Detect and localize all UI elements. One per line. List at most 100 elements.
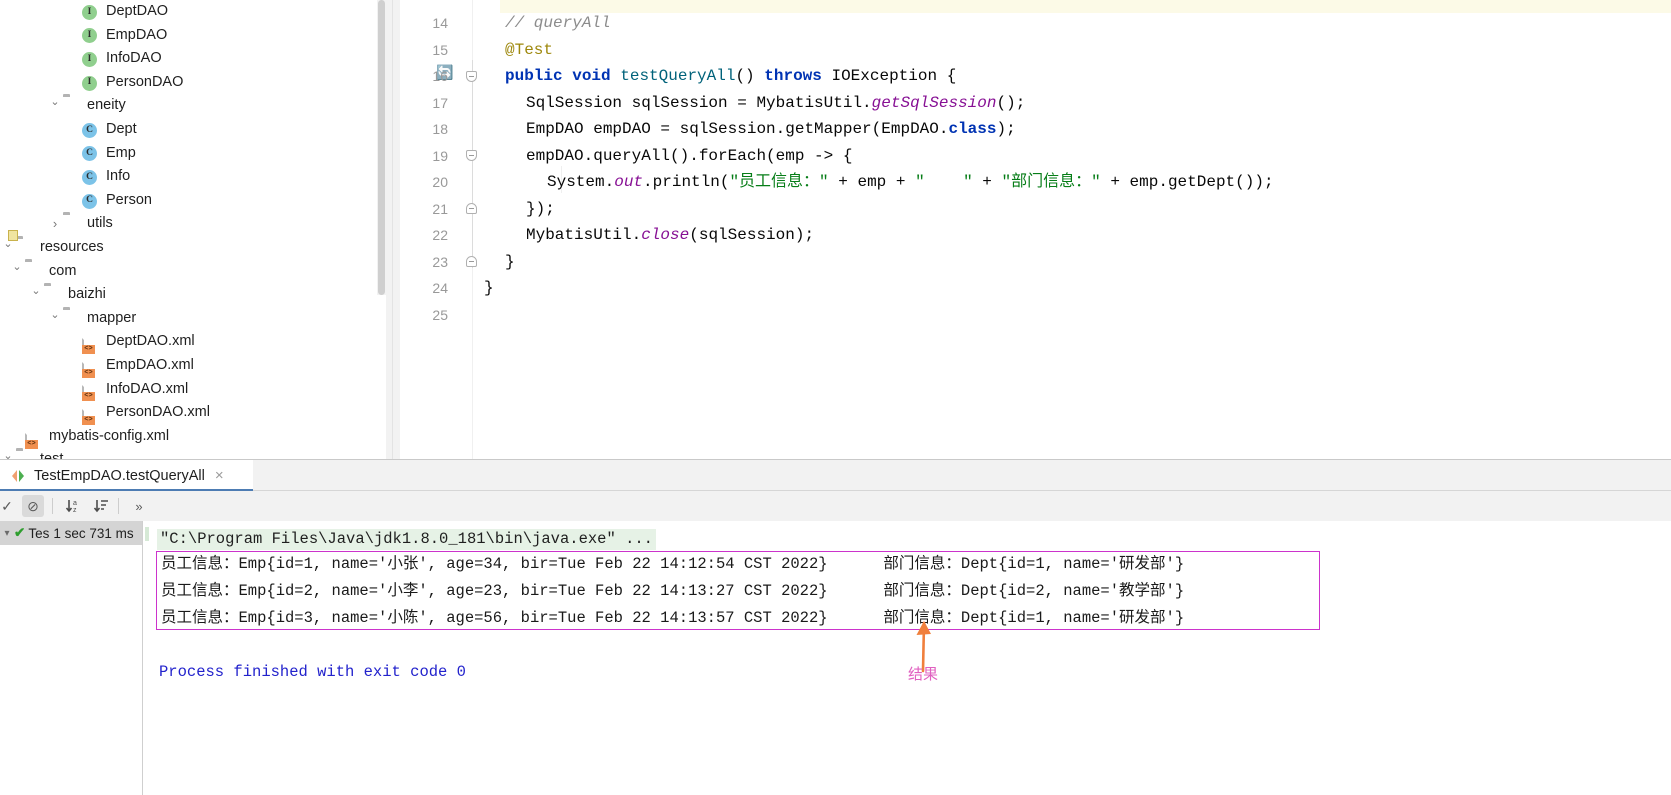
code-token: // queryAll [505, 14, 611, 32]
xml-file-icon [82, 357, 100, 377]
code-line[interactable]: EmpDAO empDAO = sqlSession.getMapper(Emp… [526, 116, 1016, 142]
tree-item-emp[interactable]: C Emp [0, 142, 136, 166]
code-line[interactable]: System.out.println("员工信息：" + emp + " " +… [547, 169, 1274, 195]
tree-item-mybatis-config-xml[interactable]: mybatis-config.xml [0, 425, 169, 449]
run-tab[interactable]: TestEmpDAO.testQueryAll × [0, 460, 253, 491]
expand-more-icon[interactable]: » [128, 495, 150, 517]
svg-text:a: a [73, 500, 77, 507]
close-icon[interactable]: × [215, 467, 224, 484]
tree-item-baizhi[interactable]: ⌄ baizhi [0, 283, 106, 307]
sort-alphabetically-icon[interactable]: a z [62, 495, 84, 517]
code-token: EmpDAO empDAO = sqlSession.getMapper(Emp… [526, 120, 949, 138]
code-line[interactable]: empDAO.queryAll().forEach(emp -> { [526, 143, 852, 169]
test-results-tree[interactable]: ▾ ✔ Tes 1 sec 731 ms [0, 521, 143, 795]
line-number: 23 [432, 253, 448, 270]
chevron-down-icon[interactable]: ⌄ [47, 97, 63, 114]
project-tree-scrollbar[interactable] [377, 0, 386, 295]
stop-icon[interactable]: ⊘ [22, 495, 44, 517]
code-token: SqlSession sqlSession = MybatisUtil. [526, 93, 872, 112]
resources-folder-icon [16, 239, 34, 257]
sort-by-duration-icon[interactable] [90, 495, 112, 517]
tree-item-test[interactable]: ⌄ test [0, 448, 63, 459]
tree-item-label: Person [106, 191, 152, 208]
tree-item-label: Dept [106, 121, 137, 137]
chevron-down-icon[interactable]: ⌄ [28, 285, 44, 303]
code-line[interactable]: } [484, 275, 494, 301]
fold-marker-21[interactable] [466, 203, 477, 214]
chevron-down-icon[interactable]: ⌄ [0, 238, 16, 256]
chevron-right-icon[interactable]: › [47, 216, 63, 232]
code-line[interactable]: @Test [505, 37, 553, 63]
code-token: (); [996, 93, 1026, 112]
code-token: out [614, 173, 644, 191]
folder-icon [63, 215, 81, 233]
editor-pane[interactable]: 🔄 14// queryAll 15 @Test 16 public void test… [400, 0, 1671, 459]
tree-item-resources[interactable]: ⌄ resources [0, 236, 103, 260]
code-token: "部门信息：" [1001, 173, 1101, 191]
class-icon: C [82, 168, 100, 186]
tree-item-com[interactable]: ⌄ com [0, 260, 76, 284]
folder-icon [25, 262, 43, 280]
project-tree-scrollbar-thumb[interactable] [378, 0, 385, 295]
code-line[interactable]: MybatisUtil.close(sqlSession); [526, 222, 814, 248]
code-token: MybatisUtil. [526, 226, 642, 244]
tree-item-label: PersonDAO.xml [106, 404, 210, 421]
chevron-down-icon[interactable]: ⌄ [47, 309, 63, 327]
tree-item-persondao[interactable]: I PersonDAO [0, 71, 183, 95]
console-output-line: 员工信息：Emp{id=2, name='小李', age=23, bir=Tu… [161, 582, 1185, 600]
line-number: 21 [432, 200, 448, 217]
tree-item-empdao-xml[interactable]: EmpDAO.xml [0, 354, 194, 378]
ide-window: I DeptDAO I EmpDAO I InfoDAO I PersonDAO ⌄ eneity… [0, 0, 1671, 795]
chevron-down-icon[interactable]: ⌄ [0, 451, 16, 459]
class-icon: C [82, 144, 100, 162]
code-line[interactable]: public void testQueryAll() throws IOExce… [505, 63, 956, 89]
tree-item-infodao-xml[interactable]: InfoDAO.xml [0, 378, 188, 402]
tree-item-eneity[interactable]: ⌄ eneity [0, 94, 125, 118]
tree-item-person[interactable]: C Person [0, 189, 152, 213]
tree-item-infodao[interactable]: I InfoDAO [0, 47, 162, 71]
console-output[interactable]: "C:\Program Files\Java\jdk1.8.0_181\bin\… [143, 521, 1671, 795]
editor-splitter[interactable] [386, 0, 400, 459]
rerun-failed-tests-icon[interactable]: ✓ [0, 495, 18, 517]
tree-item-deptdao[interactable]: I DeptDAO [0, 0, 168, 24]
annotation-label: 结果 [908, 666, 939, 683]
tree-item-dept[interactable]: C Dept [0, 118, 137, 142]
fold-marker-19[interactable] [466, 150, 477, 161]
run-toolbar: ✓ ⊘ a z » ✔Tests passed:1of 1 test – 1 s… [0, 491, 1671, 545]
run-tool-window: TestEmpDAO.testQueryAll × ✓ ⊘ a z » ▾ ✔ … [0, 459, 1671, 795]
test-tree-row[interactable]: ▾ ✔ Tes 1 sec 731 ms [0, 521, 143, 545]
tree-item-persondao-xml[interactable]: PersonDAO.xml [0, 401, 210, 425]
tree-item-mapper[interactable]: ⌄ mapper [0, 307, 136, 331]
tree-item-info[interactable]: C Info [0, 165, 130, 189]
code-line[interactable]: } [505, 249, 515, 275]
test-passed-icon: ✔ [14, 525, 26, 540]
xml-file-icon [25, 428, 43, 448]
line-number: 18 [432, 121, 448, 137]
tree-item-label: DeptDAO.xml [106, 333, 195, 350]
tree-item-label: Info [106, 168, 131, 185]
code-token: }); [526, 199, 555, 218]
project-tool-window[interactable]: I DeptDAO I EmpDAO I InfoDAO I PersonDAO ⌄ eneity… [0, 0, 386, 459]
chevron-down-icon[interactable]: ▾ [0, 528, 14, 539]
folder-icon [44, 286, 62, 304]
tree-item-deptdao-xml[interactable]: DeptDAO.xml [0, 330, 195, 354]
toolbar-separator-2 [118, 498, 119, 514]
code-token: @Test [505, 40, 554, 59]
tree-item-empdao[interactable]: I EmpDAO [0, 24, 167, 48]
code-line[interactable]: SqlSession sqlSession = MybatisUtil.getS… [526, 90, 1025, 116]
code-line[interactable]: // queryAll [505, 10, 611, 36]
interface-icon: I [82, 50, 100, 68]
code-line[interactable]: }); [526, 196, 555, 222]
fold-marker-16[interactable] [466, 71, 477, 82]
fold-marker-23[interactable] [466, 256, 477, 267]
tree-item-label: com [49, 262, 77, 279]
code-token: (sqlSession); [689, 226, 815, 244]
chevron-down-icon[interactable]: ⌄ [9, 262, 25, 279]
folder-icon [63, 310, 81, 328]
interface-icon: I [82, 74, 100, 92]
